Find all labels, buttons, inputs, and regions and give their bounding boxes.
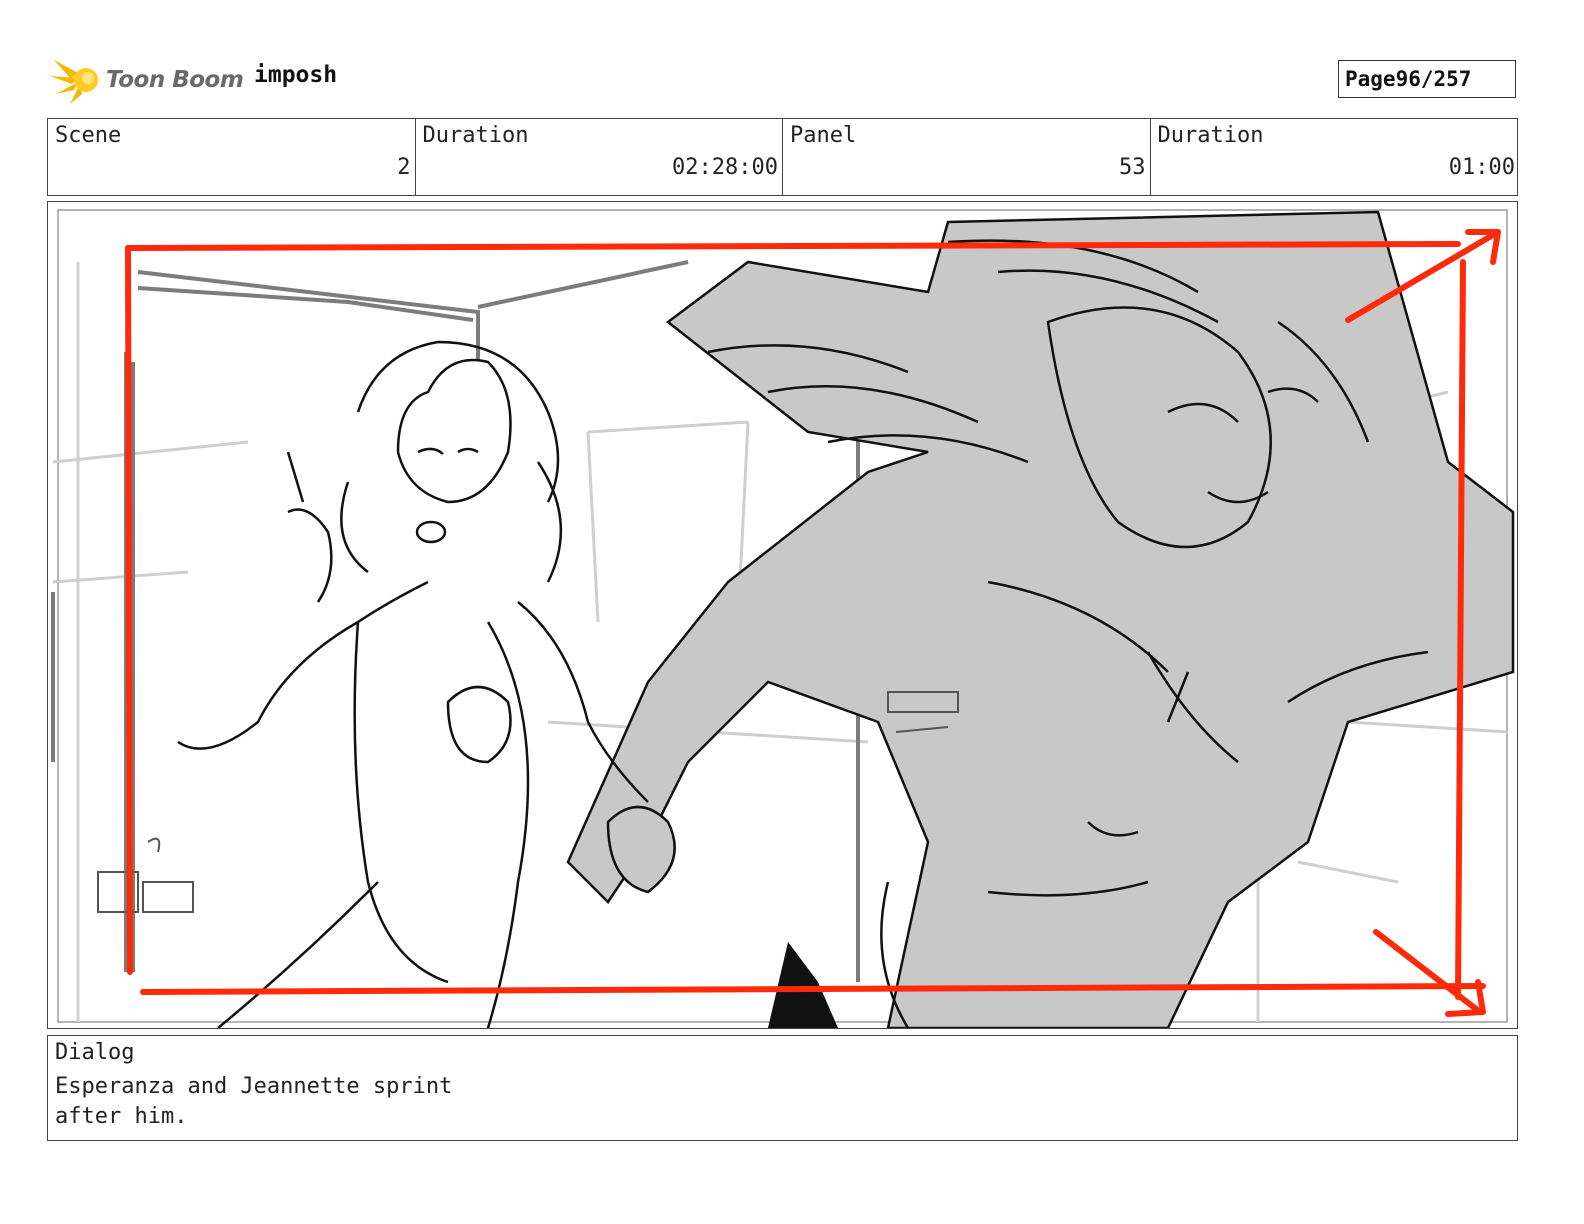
- panel-duration-cell: Duration 01:00: [1151, 119, 1518, 195]
- scene-duration-label: Duration: [422, 123, 529, 148]
- starburst-icon: [50, 60, 98, 104]
- panel-cell: Panel 53: [783, 119, 1151, 195]
- page-indicator: Page 96/257: [1338, 60, 1516, 98]
- project-name: imposh: [254, 62, 338, 88]
- scene-cell: Scene 2: [48, 119, 416, 195]
- panel-label: Panel: [790, 123, 857, 148]
- dialog-label: Dialog: [55, 1040, 135, 1065]
- panel-duration-value: 01:00: [1448, 155, 1515, 180]
- logo-wordmark: Toon Boom: [106, 67, 244, 93]
- scene-label: Scene: [55, 123, 122, 148]
- scene-duration-cell: Duration 02:28:00: [416, 119, 783, 195]
- panel-value: 53: [1119, 155, 1146, 180]
- page-value: 96/257: [1395, 67, 1472, 91]
- scene-value: 2: [397, 155, 411, 180]
- dialog-text: Esperanza and Jeannette sprint after him…: [55, 1074, 453, 1129]
- page-label: Page: [1345, 67, 1396, 91]
- panel-sketch: [51, 209, 1515, 1028]
- dialog-box: Dialog Esperanza and Jeannette sprint af…: [47, 1035, 1518, 1141]
- info-row: Scene 2 Duration 02:28:00 Panel 53 Durat…: [47, 118, 1518, 196]
- scene-duration-value: 02:28:00: [672, 155, 778, 180]
- storyboard-panel: [47, 201, 1518, 1029]
- toon-boom-logo: Toon Boom: [50, 54, 244, 106]
- panel-duration-label: Duration: [1157, 123, 1264, 148]
